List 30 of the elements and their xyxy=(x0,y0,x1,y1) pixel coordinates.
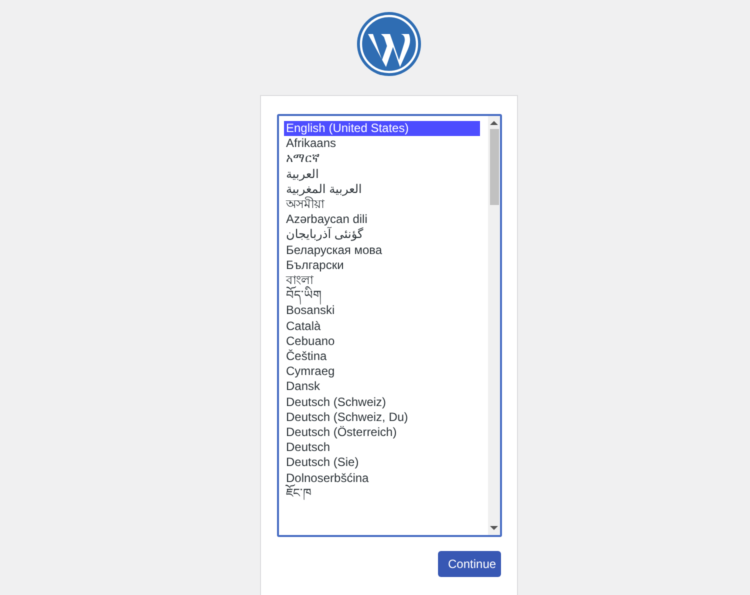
language-option[interactable]: ཇོང་ཁ xyxy=(284,486,480,502)
language-option[interactable]: Deutsch (Schweiz) xyxy=(284,394,480,410)
language-option[interactable]: Afrikaans xyxy=(284,136,480,152)
logo-icon xyxy=(357,12,421,76)
language-option[interactable]: Bosanski xyxy=(284,303,480,319)
language-option[interactable]: Cymraeg xyxy=(284,364,480,380)
language-option[interactable]: Dansk xyxy=(284,379,480,395)
language-option[interactable]: العربية المغربية xyxy=(284,182,480,198)
language-option[interactable]: Deutsch (Österreich) xyxy=(284,425,480,440)
language-option[interactable]: Català xyxy=(284,318,480,334)
language-option[interactable]: አማርኛ xyxy=(284,151,480,167)
language-option[interactable]: Cebuano xyxy=(284,334,480,350)
language-option[interactable]: བོད་ཡིག xyxy=(284,288,480,304)
language-option[interactable]: Deutsch (Schweiz, Du) xyxy=(284,410,480,426)
language-option[interactable]: Български xyxy=(284,258,480,274)
language-option[interactable]: Deutsch xyxy=(284,440,480,456)
language-option[interactable]: English (United States) xyxy=(284,121,480,136)
scrollbar[interactable] xyxy=(488,116,500,535)
scroll-down-icon[interactable] xyxy=(490,525,498,531)
language-option[interactable]: Deutsch (Sie) xyxy=(284,455,480,471)
scroll-thumb[interactable] xyxy=(490,129,498,205)
language-option[interactable]: Беларуская мова xyxy=(284,242,480,258)
language-option[interactable]: অসমীয়া xyxy=(284,197,480,212)
language-option[interactable]: گؤنئی آذربایجان xyxy=(284,227,480,243)
language-option[interactable]: Čeština xyxy=(284,349,480,364)
scroll-up-icon[interactable] xyxy=(490,120,498,126)
continue-button[interactable]: Continue xyxy=(438,551,501,577)
language-option[interactable]: العربية xyxy=(284,166,480,182)
language-list[interactable] xyxy=(277,114,502,537)
language-option[interactable]: Azərbaycan dili xyxy=(284,212,480,228)
